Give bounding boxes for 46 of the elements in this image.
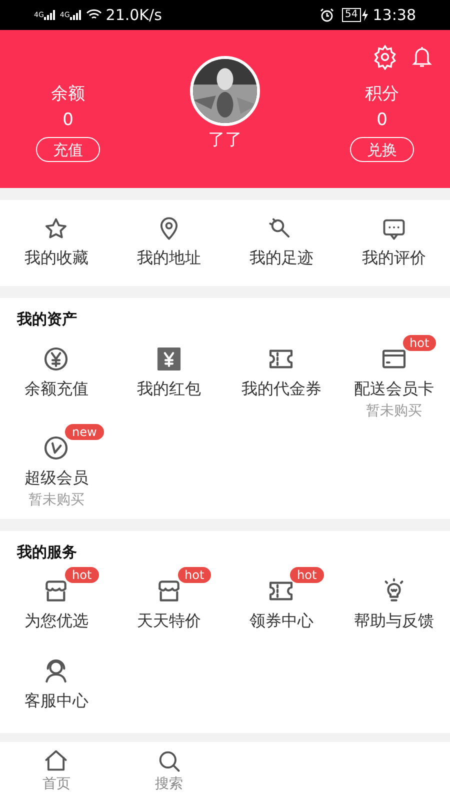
signal-icon <box>44 10 56 20</box>
alarm-icon <box>320 8 334 22</box>
menu-item[interactable]: 我的红包 <box>112 332 225 422</box>
menu-item[interactable]: hot 配送会员卡 暂未购买 <box>338 332 450 422</box>
item-badge: hot <box>290 567 324 583</box>
network-speed: 21.0K/s <box>106 4 162 26</box>
home-icon <box>43 748 70 774</box>
stat-value: 0 <box>62 108 74 132</box>
signal-icon <box>70 10 82 20</box>
clock-time: 13:38 <box>372 4 416 26</box>
item-badge: hot <box>402 334 436 350</box>
menu-item[interactable]: 客服中心 <box>0 645 112 725</box>
stat-label: 积分 <box>365 83 399 106</box>
menu-item[interactable]: 余额充值 <box>0 332 112 422</box>
notification-bell-icon[interactable] <box>410 44 434 70</box>
yuan-packet-icon <box>154 344 183 372</box>
menu-item[interactable]: hot 领券中心 <box>225 565 338 645</box>
menu-item[interactable]: 帮助与反馈 <box>338 565 450 645</box>
nav-tab[interactable]: 首页 <box>0 748 112 794</box>
item-badge: hot <box>178 567 212 583</box>
menu-item[interactable]: hot 为您优选 <box>0 565 112 645</box>
item-badge: hot <box>65 567 99 583</box>
menu-item[interactable]: hot 天天特价 <box>112 565 225 645</box>
section-title: 我的服务 <box>16 542 78 562</box>
quick-link[interactable]: 我的收藏 <box>0 216 112 270</box>
settings-icon[interactable] <box>372 44 398 70</box>
clock-check-icon <box>42 434 70 462</box>
quick-link[interactable]: 我的足迹 <box>225 216 338 270</box>
battery-level: 54 <box>342 8 361 22</box>
stat-value: 0 <box>376 108 388 132</box>
wifi-icon <box>86 9 102 21</box>
yuan-coin-icon <box>42 344 70 372</box>
item-badge: new <box>65 424 104 440</box>
action-button[interactable]: 充值 <box>36 137 100 162</box>
quick-link[interactable]: 我的评价 <box>338 216 450 270</box>
section-title: 我的资产 <box>16 309 78 330</box>
menu-item[interactable]: 我的代金券 <box>225 332 338 422</box>
charging-icon <box>360 9 369 21</box>
user-name: 了了 <box>208 129 242 152</box>
item-note: 暂未购买 <box>366 402 422 420</box>
quick-link[interactable]: 我的地址 <box>112 216 225 270</box>
action-button[interactable]: 兑换 <box>350 137 414 162</box>
nav-tab[interactable]: 搜索 <box>112 748 225 794</box>
item-note: 暂未购买 <box>28 490 84 510</box>
menu-item[interactable]: new 超级会员 暂未购买 <box>0 422 112 510</box>
stat-label: 余额 <box>51 83 85 106</box>
